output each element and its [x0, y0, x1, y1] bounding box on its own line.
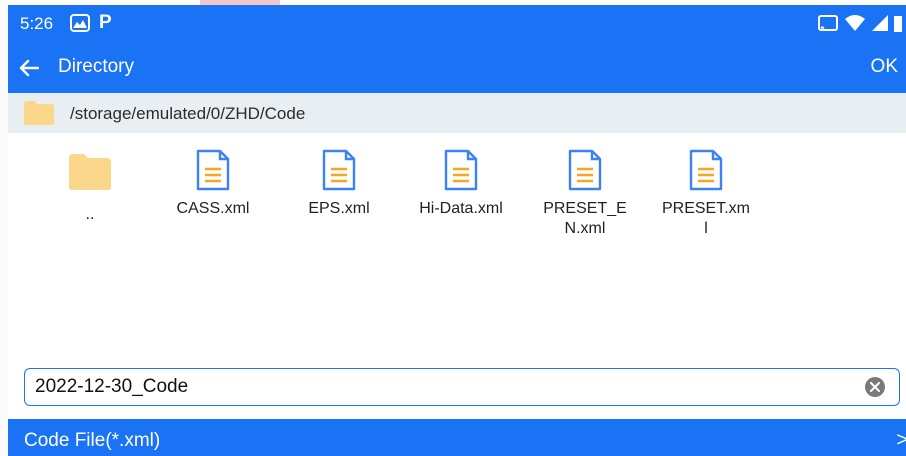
- back-button[interactable]: [14, 53, 44, 83]
- file-item-label: ..: [85, 206, 95, 223]
- status-right-icons: [818, 14, 902, 32]
- document-icon: [689, 149, 723, 191]
- file-item-label: EPS.xml: [308, 200, 370, 217]
- file-item-preset[interactable]: PRESET.xm l: [651, 143, 761, 239]
- document-icon: [322, 149, 356, 191]
- status-time: 5:26: [20, 14, 54, 33]
- cast-icon: [818, 15, 838, 31]
- status-bar: 5:26 P: [8, 5, 906, 43]
- page-title: Directory: [58, 56, 135, 77]
- file-grid: .. CASS.xml EPS.xml Hi-Data.xml PRESET_E…: [8, 143, 906, 363]
- filename-input[interactable]: [35, 375, 835, 399]
- file-item-label: Hi-Data.xml: [419, 200, 503, 217]
- file-item-label: CASS.xml: [176, 200, 250, 217]
- file-type-selector[interactable]: Code File(*.xml) >: [8, 419, 906, 456]
- file-item-preset-en[interactable]: PRESET_E N.xml: [530, 143, 640, 239]
- wifi-icon: [845, 15, 865, 31]
- ok-button[interactable]: OK: [871, 56, 898, 78]
- folder-icon: [69, 154, 111, 190]
- current-path: /storage/emulated/0/ZHD/Code: [70, 104, 306, 123]
- path-bar: /storage/emulated/0/ZHD/Code: [8, 93, 906, 133]
- file-item-label: PRESET.xm l: [661, 200, 750, 237]
- chevron-right-icon: >: [896, 429, 906, 451]
- file-item-cass[interactable]: CASS.xml: [158, 143, 268, 219]
- photos-icon: [70, 14, 90, 32]
- signal-icon: [872, 15, 888, 31]
- battery-icon: [894, 16, 902, 32]
- filename-input-box: [24, 368, 900, 406]
- file-item-parent[interactable]: ..: [35, 143, 145, 225]
- app-window: 5:26 P Directory OK /storage/emulated/0/…: [8, 5, 906, 456]
- file-item-eps[interactable]: EPS.xml: [284, 143, 394, 219]
- document-icon: [196, 149, 230, 191]
- close-icon: [870, 382, 880, 392]
- clear-button[interactable]: [865, 377, 885, 397]
- app-bar: Directory OK: [8, 43, 906, 93]
- file-type-label: Code File(*.xml): [24, 430, 161, 451]
- document-icon: [568, 149, 602, 191]
- folder-icon: [23, 100, 55, 131]
- file-item-label: PRESET_E N.xml: [543, 200, 627, 237]
- document-icon: [444, 149, 478, 191]
- p-icon: P: [99, 12, 112, 33]
- left-edge: [0, 0, 8, 456]
- file-item-hi-data[interactable]: Hi-Data.xml: [406, 143, 516, 219]
- arrow-left-icon: [19, 59, 39, 77]
